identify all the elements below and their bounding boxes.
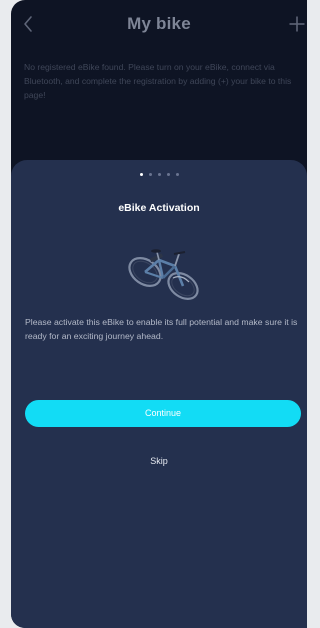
page-title: My bike	[127, 14, 191, 33]
app-screen: My bike No registered eBike found. Pleas…	[11, 0, 307, 628]
skip-button[interactable]: Skip	[11, 456, 307, 466]
plus-icon[interactable]	[289, 16, 305, 32]
page-indicator	[11, 173, 307, 176]
page-dot	[175, 173, 179, 176]
page-dot	[148, 173, 152, 176]
page-dot	[139, 173, 143, 176]
activation-description: Please activate this eBike to enable its…	[25, 317, 298, 341]
page-dot	[166, 173, 170, 176]
header: My bike	[11, 0, 307, 50]
empty-state-message: No registered eBike found. Please turn o…	[24, 62, 292, 100]
continue-button[interactable]: Continue	[25, 400, 301, 427]
sheet-title: eBike Activation	[118, 202, 200, 214]
activation-sheet: eBike Activation Please activate this eB…	[11, 160, 307, 628]
bicycle-icon	[128, 249, 199, 300]
page-dot	[157, 173, 161, 176]
